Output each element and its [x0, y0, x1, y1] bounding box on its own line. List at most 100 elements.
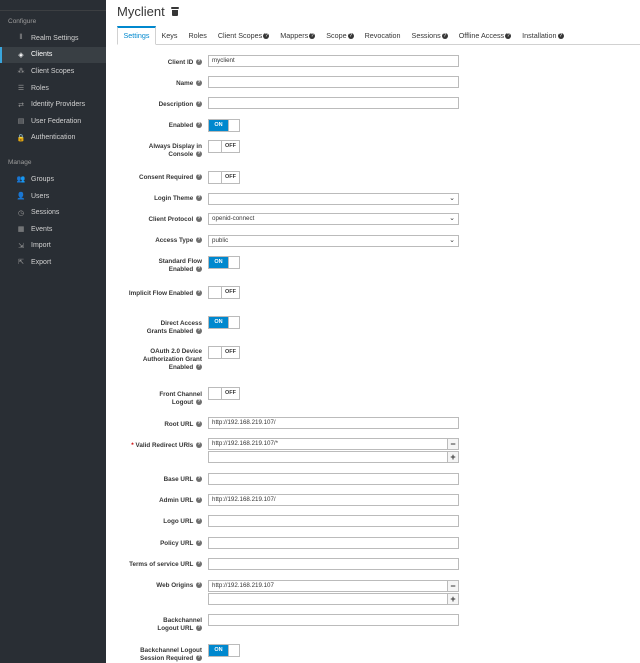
- tab-label: Settings: [123, 31, 150, 40]
- enabled-label: Enabled ?: [106, 122, 202, 130]
- help-icon[interactable]: ?: [196, 497, 202, 504]
- main-content: Myclient Settings Keys Roles Client Scopes?…: [106, 0, 640, 663]
- help-icon[interactable]: ?: [196, 195, 202, 202]
- backchannel-session-label: Backchannel Logout Session Required ?: [138, 647, 202, 663]
- field-label-text: Client ID: [167, 59, 194, 66]
- sidebar-item-realm-settings[interactable]: ⫴ Realm Settings: [0, 30, 106, 47]
- export-icon: ⇱: [18, 259, 24, 267]
- sidebar-item-clients[interactable]: ◈ Clients: [0, 46, 106, 64]
- help-icon: ?: [347, 33, 354, 40]
- add-redirect-uris-button[interactable]: +: [447, 451, 459, 463]
- web-origins-label: Web Origins ?: [106, 582, 202, 590]
- redirect-uris-new-input[interactable]: [208, 451, 448, 463]
- web-origins-input[interactable]: http://192.168.219.107: [208, 580, 448, 592]
- redirect-uris-label: * Valid Redirect URIs ?: [106, 442, 202, 450]
- sidebar-item-roles[interactable]: ☰ Roles: [0, 80, 106, 97]
- sidebar-item-events[interactable]: ▦ Events: [0, 221, 106, 238]
- help-icon[interactable]: ?: [196, 518, 202, 525]
- base-url-input[interactable]: [208, 473, 459, 485]
- implicit-flow-toggle[interactable]: OFF: [208, 286, 240, 299]
- help-icon[interactable]: ?: [196, 442, 202, 449]
- help-icon[interactable]: ?: [196, 101, 202, 108]
- help-icon[interactable]: ?: [196, 625, 202, 632]
- help-icon[interactable]: ?: [196, 421, 202, 428]
- redirect-uris-input[interactable]: http://192.168.219.107/*: [208, 438, 448, 450]
- sidebar-item-import[interactable]: ⇲ Import: [0, 238, 106, 255]
- root-url-input[interactable]: http://192.168.219.107/: [208, 417, 459, 429]
- tos-url-input[interactable]: [208, 558, 459, 570]
- toggle-knob: [228, 645, 239, 656]
- exchange-icon: ⇄: [18, 101, 24, 109]
- sidebar-item-identity-providers[interactable]: ⇄ Identity Providers: [0, 96, 106, 113]
- help-icon[interactable]: ?: [196, 655, 202, 662]
- help-icon[interactable]: ?: [196, 80, 202, 87]
- tab-mappers[interactable]: Mappers?: [275, 26, 321, 44]
- front-channel-label: Front Channel Logout ?: [144, 391, 202, 407]
- logo-url-input[interactable]: [208, 515, 459, 527]
- tab-installation[interactable]: Installation?: [517, 26, 569, 44]
- tab-roles[interactable]: Roles: [183, 26, 212, 44]
- admin-url-input[interactable]: http://192.168.219.107/: [208, 494, 459, 506]
- device-grant-toggle[interactable]: OFF: [208, 346, 240, 359]
- select-value: openid-connect: [212, 215, 255, 222]
- sidebar-item-authentication[interactable]: 🔒 Authentication: [0, 130, 106, 147]
- sidebar-item-client-scopes[interactable]: ⁂ Client Scopes: [0, 63, 106, 80]
- tab-revocation[interactable]: Revocation: [359, 26, 406, 44]
- policy-url-input[interactable]: [208, 537, 459, 549]
- login-theme-select[interactable]: ⌄: [208, 193, 459, 205]
- help-icon[interactable]: ?: [196, 151, 202, 158]
- client-id-input[interactable]: myclient: [208, 55, 459, 67]
- help-icon[interactable]: ?: [196, 582, 202, 589]
- client-protocol-select[interactable]: openid-connect ⌄: [208, 213, 459, 225]
- always-display-toggle[interactable]: OFF: [208, 140, 240, 153]
- tab-label: Keys: [161, 31, 178, 40]
- help-icon[interactable]: ?: [196, 266, 202, 273]
- backchannel-url-input[interactable]: [208, 614, 459, 626]
- name-input[interactable]: [208, 76, 459, 88]
- toggle-knob: [209, 141, 222, 152]
- field-label-text: Standard Flow Enabled: [158, 258, 202, 273]
- help-icon[interactable]: ?: [196, 328, 202, 335]
- sidebar-item-sessions[interactable]: ◷ Sessions: [0, 204, 106, 221]
- trash-icon[interactable]: [170, 7, 179, 16]
- description-input[interactable]: [208, 97, 459, 109]
- field-label-text: Always Display in Console: [148, 143, 202, 158]
- login-theme-label: Login Theme ?: [106, 195, 202, 203]
- help-icon[interactable]: ?: [196, 540, 202, 547]
- web-origins-new-input[interactable]: [208, 593, 448, 605]
- help-icon[interactable]: ?: [196, 290, 202, 297]
- enabled-toggle[interactable]: ON: [208, 119, 240, 132]
- field-label-text: Client Protocol: [148, 216, 194, 223]
- help-icon[interactable]: ?: [196, 122, 202, 129]
- help-icon[interactable]: ?: [196, 237, 202, 244]
- direct-access-toggle[interactable]: ON: [208, 316, 240, 329]
- remove-redirect-uris-button[interactable]: −: [447, 438, 459, 450]
- tab-settings[interactable]: Settings: [117, 26, 156, 45]
- tab-offline-access[interactable]: Offline Access?: [453, 26, 516, 44]
- help-icon[interactable]: ?: [196, 174, 202, 181]
- remove-web-origins-button[interactable]: −: [447, 580, 459, 592]
- help-icon[interactable]: ?: [196, 364, 202, 371]
- sidebar-item-groups[interactable]: 👥 Groups: [0, 171, 106, 188]
- backchannel-session-toggle[interactable]: ON: [208, 644, 240, 657]
- tab-scope[interactable]: Scope?: [321, 26, 359, 44]
- toggle-knob: [209, 287, 222, 298]
- tab-keys[interactable]: Keys: [156, 26, 183, 44]
- manage-nav: 👥 Groups 👤 Users ◷ Sessions ▦ Events ⇲ Import ⇱ Exp…: [0, 171, 106, 271]
- help-icon[interactable]: ?: [196, 476, 202, 483]
- help-icon[interactable]: ?: [196, 59, 202, 66]
- access-type-select[interactable]: public ⌄: [208, 235, 459, 247]
- sidebar-item-user-federation[interactable]: ▤ User Federation: [0, 113, 106, 130]
- field-label-text: Terms of service URL: [129, 561, 194, 568]
- sidebar-item-export[interactable]: ⇱ Export: [0, 254, 106, 271]
- help-icon[interactable]: ?: [196, 216, 202, 223]
- tab-client-scopes[interactable]: Client Scopes?: [212, 26, 274, 44]
- sidebar-item-users[interactable]: 👤 Users: [0, 188, 106, 205]
- help-icon[interactable]: ?: [196, 561, 202, 568]
- front-channel-toggle[interactable]: OFF: [208, 387, 240, 400]
- tab-sessions[interactable]: Sessions?: [406, 26, 453, 44]
- consent-required-toggle[interactable]: OFF: [208, 171, 240, 184]
- add-web-origins-button[interactable]: +: [447, 593, 459, 605]
- standard-flow-toggle[interactable]: ON: [208, 256, 240, 269]
- help-icon[interactable]: ?: [196, 399, 202, 406]
